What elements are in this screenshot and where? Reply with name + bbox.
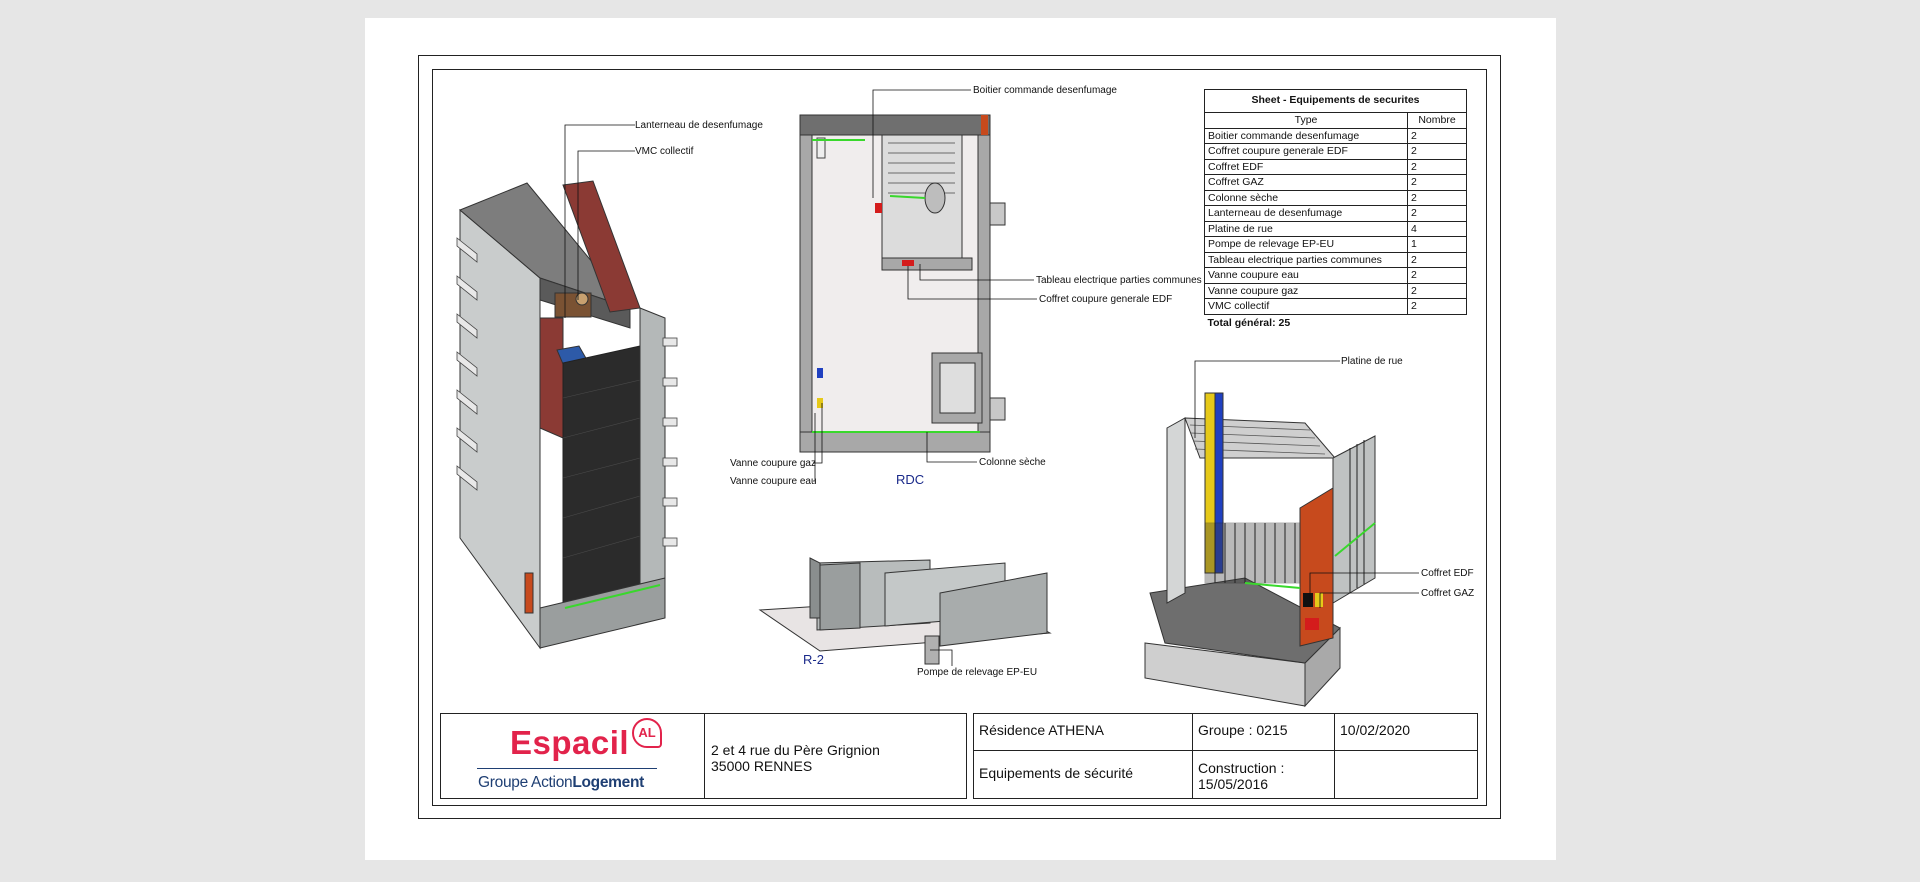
callout-coffret-edf: Coffret EDF <box>1421 568 1474 579</box>
logo-rule <box>477 768 657 769</box>
row-count: 2 <box>1407 143 1467 160</box>
r2-basement-view <box>758 557 1052 666</box>
row-type: Vanne coupure gaz <box>1204 282 1408 299</box>
row-type: Boitier commande desenfumage <box>1204 127 1408 144</box>
logo-badge: AL <box>632 718 662 748</box>
row-count: 2 <box>1407 189 1467 206</box>
table-row: Pompe de relevage EP-EU 1 <box>1204 236 1467 253</box>
schedule-col-count: Nombre <box>1407 112 1467 129</box>
schedule-total-row: Total général: 25 <box>1205 314 1467 330</box>
construction-label: Construction : <box>1198 760 1285 776</box>
building-3d-view <box>456 124 678 650</box>
logo-group-text: Groupe ActionLogement <box>478 774 644 792</box>
callout-vanne-gaz: Vanne coupure gaz <box>730 458 816 469</box>
address: 2 et 4 rue du Père Grignion 35000 RENNES <box>711 742 880 774</box>
callout-vmc: VMC collectif <box>635 146 694 157</box>
callout-platine: Platine de rue <box>1341 356 1403 367</box>
callout-colonne: Colonne sèche <box>979 457 1046 468</box>
schedule-total: Total général: 25 <box>1207 316 1291 329</box>
construction-date: 15/05/2016 <box>1198 776 1269 792</box>
row-type: Platine de rue <box>1204 220 1408 237</box>
row-count: 2 <box>1407 298 1467 315</box>
drawing-sheet: Lanterneau de desenfumage VMC collectif <box>365 18 1556 860</box>
construction-info: Construction : 15/05/2016 <box>1198 760 1284 792</box>
logo-group-b: Logement <box>572 774 645 791</box>
table-row: Platine de rue 4 <box>1204 220 1467 237</box>
rdc-floor-plan <box>799 89 1037 482</box>
row-count: 2 <box>1407 158 1467 175</box>
groupe-number: Groupe : 0215 <box>1198 722 1288 738</box>
table-row: Tableau electrique parties communes 2 <box>1204 251 1467 268</box>
entrance-3d-view <box>1144 360 1419 708</box>
view-label-rdc: RDC <box>896 472 924 487</box>
logo-wordmark: Espacil <box>510 724 630 761</box>
schedule-title: Sheet - Equipements de securites <box>1204 89 1467 112</box>
equipment-schedule: Sheet - Equipements de securites Type No… <box>1204 89 1467 330</box>
row-count: 2 <box>1407 282 1467 299</box>
view-label-r2: R-2 <box>803 652 824 667</box>
row-type: Coffret coupure generale EDF <box>1204 143 1408 160</box>
row-type: VMC collectif <box>1204 298 1408 315</box>
schedule-col-type: Type <box>1204 112 1408 129</box>
table-row: Vanne coupure gaz 2 <box>1204 282 1467 299</box>
callout-tableau: Tableau electrique parties communes <box>1036 275 1202 286</box>
sheet-subject: Equipements de sécurité <box>979 765 1134 781</box>
callout-lanterneau: Lanterneau de desenfumage <box>635 120 763 131</box>
row-type: Tableau electrique parties communes <box>1204 251 1408 268</box>
table-row: Coffret GAZ 2 <box>1204 174 1467 191</box>
row-count: 2 <box>1407 205 1467 222</box>
address-line1: 2 et 4 rue du Père Grignion <box>711 742 880 758</box>
table-row: Coffret EDF 2 <box>1204 158 1467 175</box>
table-row: Lanterneau de desenfumage 2 <box>1204 205 1467 222</box>
schedule-header-row: Type Nombre <box>1204 112 1467 129</box>
table-row: Boitier commande desenfumage 2 <box>1204 127 1467 144</box>
callout-vanne-eau: Vanne coupure eau <box>730 476 817 487</box>
row-count: 2 <box>1407 267 1467 284</box>
row-count: 2 <box>1407 174 1467 191</box>
espacil-logo: Espacil AL <box>510 718 662 762</box>
row-count: 4 <box>1407 220 1467 237</box>
row-count: 2 <box>1407 127 1467 144</box>
row-type: Lanterneau de desenfumage <box>1204 205 1408 222</box>
residence-name: Résidence ATHENA <box>979 722 1105 738</box>
row-type: Coffret GAZ <box>1204 174 1408 191</box>
callout-coffret-gaz: Coffret GAZ <box>1421 588 1474 599</box>
address-line2: 35000 RENNES <box>711 758 813 774</box>
callout-pompe: Pompe de relevage EP-EU <box>917 667 1037 678</box>
logo-group-a: Groupe Action <box>478 774 573 791</box>
callout-boitier: Boitier commande desenfumage <box>973 85 1117 96</box>
table-row: Colonne sèche 2 <box>1204 189 1467 206</box>
table-row: Vanne coupure eau 2 <box>1204 267 1467 284</box>
table-row: VMC collectif 2 <box>1204 298 1467 315</box>
row-type: Pompe de relevage EP-EU <box>1204 236 1408 253</box>
sheet-date: 10/02/2020 <box>1340 722 1411 738</box>
row-type: Vanne coupure eau <box>1204 267 1408 284</box>
callout-coffret-edf-general: Coffret coupure generale EDF <box>1039 294 1172 305</box>
row-count: 1 <box>1407 236 1467 253</box>
row-count: 2 <box>1407 251 1467 268</box>
row-type: Colonne sèche <box>1204 189 1408 206</box>
table-row: Coffret coupure generale EDF 2 <box>1204 143 1467 160</box>
row-type: Coffret EDF <box>1204 158 1408 175</box>
